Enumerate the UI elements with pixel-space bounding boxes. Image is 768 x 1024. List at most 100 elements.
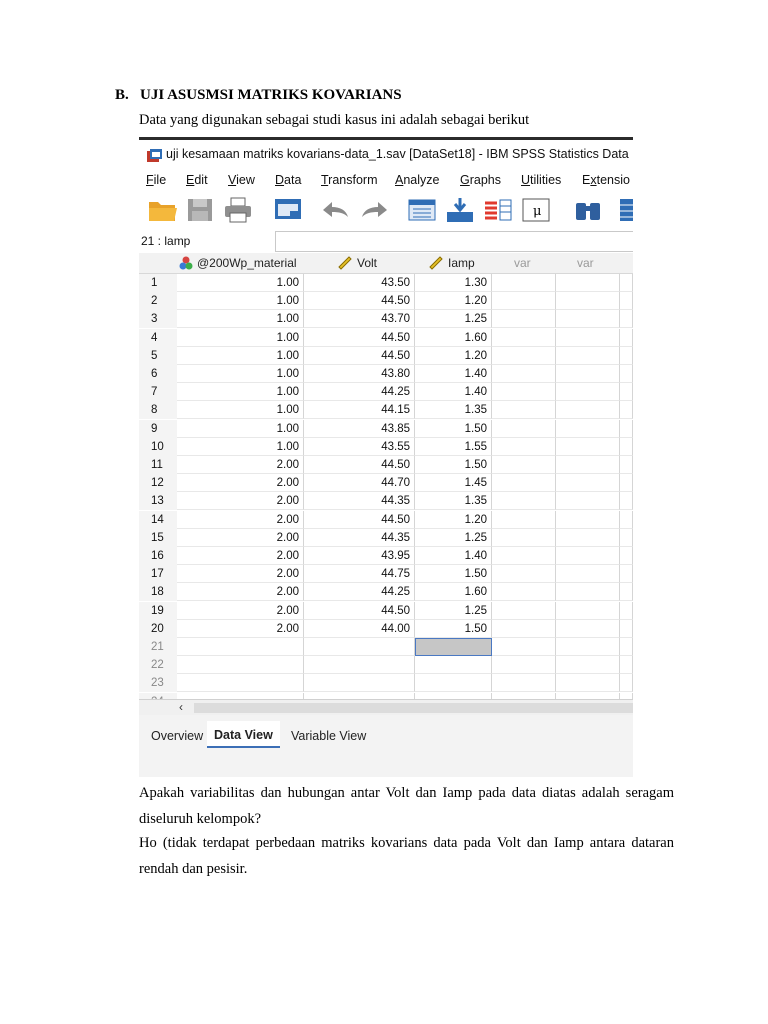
cell-material[interactable]: 2.00 [177, 474, 304, 493]
cell-iamp[interactable]: 1.60 [415, 328, 492, 347]
menu-transform[interactable]: Transform [321, 173, 378, 187]
cell-iamp[interactable]: 1.20 [415, 510, 492, 529]
cell-volt[interactable]: 43.85 [304, 419, 415, 438]
cell-var[interactable] [556, 292, 620, 311]
cell-var[interactable] [556, 456, 620, 474]
scrollbar-track[interactable] [194, 703, 633, 713]
cell-var[interactable] [620, 274, 633, 292]
cell-volt[interactable] [304, 638, 415, 656]
cell-var[interactable] [556, 638, 620, 656]
cell-material[interactable]: 1.00 [177, 437, 304, 456]
cell-material[interactable]: 2.00 [177, 583, 304, 602]
cell-var[interactable] [556, 365, 620, 383]
print-icon[interactable] [223, 197, 253, 223]
cell-var[interactable] [556, 437, 620, 456]
cell-material[interactable]: 2.00 [177, 565, 304, 584]
row-number[interactable]: 9 [139, 419, 177, 438]
cell-var[interactable] [492, 401, 556, 420]
row-number[interactable]: 1 [139, 274, 177, 292]
cell-var[interactable] [556, 583, 620, 602]
cell-var[interactable] [620, 674, 633, 693]
cell-var[interactable] [556, 328, 620, 347]
row-number[interactable]: 6 [139, 365, 177, 383]
cell-material[interactable]: 1.00 [177, 346, 304, 365]
cell-volt[interactable]: 43.50 [304, 274, 415, 292]
cell-iamp[interactable]: 1.25 [415, 601, 492, 620]
cell-material[interactable]: 2.00 [177, 456, 304, 474]
cell-var[interactable] [620, 528, 633, 547]
cell-var[interactable] [492, 656, 556, 675]
cell-var[interactable] [620, 547, 633, 565]
cell-iamp[interactable]: 1.50 [415, 419, 492, 438]
cell-volt[interactable]: 43.70 [304, 310, 415, 329]
cell-iamp[interactable]: 1.40 [415, 365, 492, 383]
cell-var[interactable] [492, 419, 556, 438]
cell-var[interactable] [620, 565, 633, 584]
cell-var[interactable] [556, 310, 620, 329]
row-number[interactable]: 11 [139, 456, 177, 474]
column-header-var[interactable]: var [577, 253, 594, 273]
variables-icon[interactable] [483, 197, 513, 223]
cell-var[interactable] [620, 383, 633, 402]
cell-material[interactable]: 2.00 [177, 601, 304, 620]
cell-var[interactable] [492, 310, 556, 329]
cell-volt[interactable]: 43.80 [304, 365, 415, 383]
cell-var[interactable] [492, 474, 556, 493]
dialog-recall-icon[interactable] [273, 197, 303, 223]
cell-var[interactable] [556, 474, 620, 493]
cell-volt[interactable]: 44.50 [304, 292, 415, 311]
cell-var[interactable] [556, 656, 620, 675]
cell-var[interactable] [492, 583, 556, 602]
tab-overview[interactable]: Overview [151, 729, 203, 743]
scroll-left-icon[interactable]: ‹ [179, 700, 183, 714]
cell-iamp[interactable]: 1.40 [415, 547, 492, 565]
cell-var[interactable] [492, 547, 556, 565]
cell-var[interactable] [492, 619, 556, 638]
cell-var[interactable] [556, 547, 620, 565]
row-number[interactable]: 2 [139, 292, 177, 311]
row-number[interactable]: 19 [139, 601, 177, 620]
menu-edit[interactable]: Edit [186, 173, 208, 187]
value-labels-icon[interactable]: μ [521, 197, 551, 223]
cell-var[interactable] [620, 638, 633, 656]
row-number[interactable]: 18 [139, 583, 177, 602]
menu-graphs[interactable]: Graphs [460, 173, 501, 187]
menu-analyze[interactable]: Analyze [395, 173, 439, 187]
cell-var[interactable] [556, 492, 620, 511]
column-header-var[interactable]: var [514, 253, 531, 273]
menu-file[interactable]: File [146, 173, 166, 187]
cell-var[interactable] [620, 401, 633, 420]
save-icon[interactable] [186, 197, 214, 223]
cell-var[interactable] [620, 656, 633, 675]
cell-material[interactable] [177, 638, 304, 656]
redo-icon[interactable] [359, 197, 391, 223]
cell-var[interactable] [556, 401, 620, 420]
cell-material[interactable]: 1.00 [177, 419, 304, 438]
cell-material[interactable]: 2.00 [177, 492, 304, 511]
cell-volt[interactable]: 44.35 [304, 528, 415, 547]
cell-var[interactable] [556, 565, 620, 584]
cell-var[interactable] [620, 583, 633, 602]
cell-volt[interactable]: 44.75 [304, 565, 415, 584]
cell-material[interactable]: 1.00 [177, 292, 304, 311]
row-number[interactable]: 8 [139, 401, 177, 420]
cell-var[interactable] [620, 474, 633, 493]
cell-var[interactable] [556, 601, 620, 620]
cell-iamp[interactable]: 1.60 [415, 583, 492, 602]
cell-material[interactable]: 1.00 [177, 383, 304, 402]
undo-icon[interactable] [319, 197, 351, 223]
cell-var[interactable] [620, 328, 633, 347]
cell-var[interactable] [620, 419, 633, 438]
row-number[interactable]: 10 [139, 437, 177, 456]
cell-var[interactable] [492, 383, 556, 402]
column-header-iamp[interactable]: Iamp [448, 253, 475, 273]
cell-var[interactable] [620, 365, 633, 383]
column-header-material[interactable]: @200Wp_material [197, 253, 297, 273]
cell-volt[interactable]: 44.50 [304, 456, 415, 474]
row-number[interactable]: 15 [139, 528, 177, 547]
cell-material[interactable]: 1.00 [177, 310, 304, 329]
cell-iamp[interactable]: 1.45 [415, 474, 492, 493]
cell-material[interactable]: 1.00 [177, 401, 304, 420]
cell-iamp[interactable]: 1.40 [415, 383, 492, 402]
cell-volt[interactable]: 44.70 [304, 474, 415, 493]
